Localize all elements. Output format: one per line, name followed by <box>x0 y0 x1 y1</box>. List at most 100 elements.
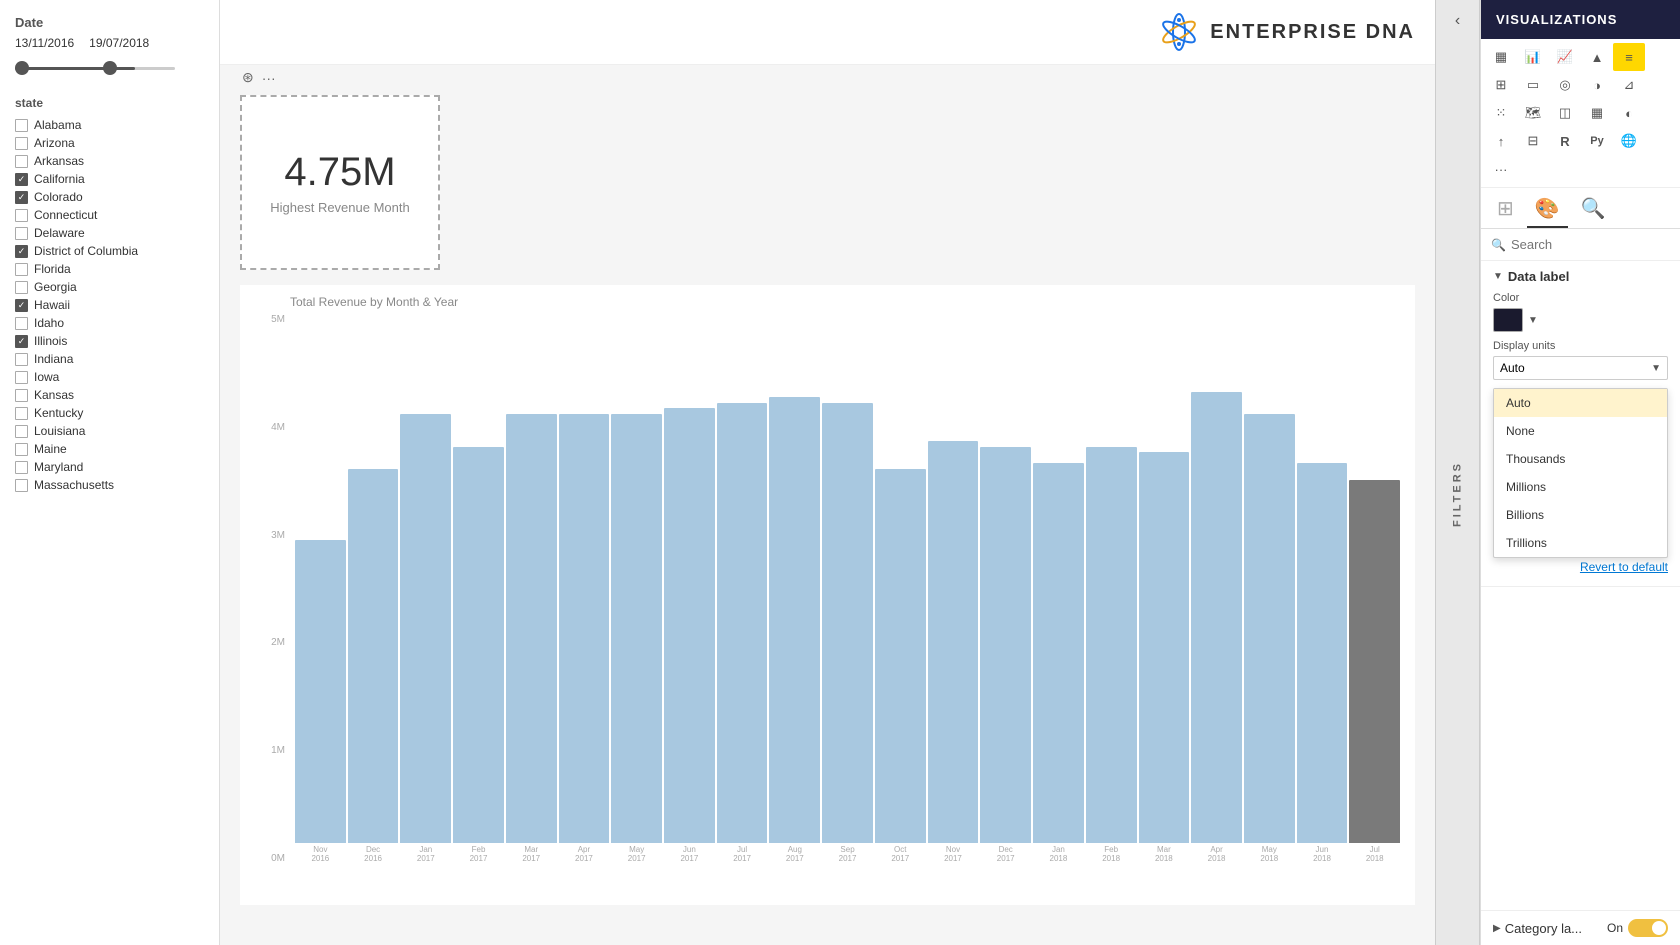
category-toggle[interactable] <box>1628 919 1668 937</box>
viz-bar-icon[interactable]: ▦ <box>1485 43 1517 71</box>
bar-col[interactable]: Mar2018 <box>1139 314 1190 864</box>
bar-col[interactable]: Nov2016 <box>295 314 346 864</box>
viz-table-icon[interactable]: ≡ <box>1613 43 1645 71</box>
category-label-row[interactable]: ▶ Category la... On <box>1481 910 1680 945</box>
bar-col[interactable]: Apr2017 <box>559 314 610 864</box>
state-checkbox[interactable] <box>15 443 28 456</box>
state-item[interactable]: Louisiana <box>15 422 204 440</box>
viz-pie-icon[interactable]: ◑ <box>1581 71 1613 99</box>
state-checkbox[interactable] <box>15 317 28 330</box>
state-checkbox[interactable] <box>15 461 28 474</box>
option-auto[interactable]: Auto <box>1494 389 1667 417</box>
viz-slicer-icon[interactable]: ⊟ <box>1517 127 1549 155</box>
bar-col[interactable]: Oct2017 <box>875 314 926 864</box>
option-millions[interactable]: Millions <box>1494 473 1667 501</box>
option-billions[interactable]: Billions <box>1494 501 1667 529</box>
state-item[interactable]: ✓California <box>15 170 204 188</box>
viz-column-icon[interactable]: 📊 <box>1517 43 1549 71</box>
filter-icon[interactable]: ⊛ <box>242 69 254 86</box>
viz-matrix-icon[interactable]: ⊞ <box>1485 71 1517 99</box>
bar-col[interactable]: Dec2017 <box>980 314 1031 864</box>
tab-analytics[interactable]: 🔍 <box>1573 191 1614 228</box>
viz-r-icon[interactable]: R <box>1549 127 1581 155</box>
state-item[interactable]: Maine <box>15 440 204 458</box>
option-none[interactable]: None <box>1494 417 1667 445</box>
bar-col[interactable]: Jul2018 <box>1349 314 1400 864</box>
option-trillions[interactable]: Trillions <box>1494 529 1667 557</box>
state-item[interactable]: Maryland <box>15 458 204 476</box>
state-item[interactable]: Kentucky <box>15 404 204 422</box>
bar-col[interactable]: Feb2018 <box>1086 314 1137 864</box>
option-thousands[interactable]: Thousands <box>1494 445 1667 473</box>
state-checkbox[interactable] <box>15 479 28 492</box>
state-checkbox[interactable]: ✓ <box>15 299 28 312</box>
state-checkbox[interactable]: ✓ <box>15 335 28 348</box>
viz-line-icon[interactable]: 📈 <box>1549 43 1581 71</box>
state-checkbox[interactable] <box>15 425 28 438</box>
viz-more-icon[interactable]: ··· <box>1485 155 1517 183</box>
state-item[interactable]: Iowa <box>15 368 204 386</box>
bar-col[interactable]: Nov2017 <box>928 314 979 864</box>
bar-col[interactable]: May2017 <box>611 314 662 864</box>
state-checkbox[interactable] <box>15 119 28 132</box>
state-checkbox[interactable] <box>15 155 28 168</box>
bar-col[interactable]: Jan2018 <box>1033 314 1084 864</box>
search-input[interactable] <box>1511 237 1680 252</box>
viz-py-icon[interactable]: Py <box>1581 127 1613 155</box>
state-checkbox[interactable] <box>15 353 28 366</box>
bar-col[interactable]: Jun2018 <box>1297 314 1348 864</box>
viz-treemap-icon[interactable]: ▦ <box>1581 99 1613 127</box>
state-item[interactable]: Delaware <box>15 224 204 242</box>
state-item[interactable]: Georgia <box>15 278 204 296</box>
bar-col[interactable]: Mar2017 <box>506 314 557 864</box>
viz-donut-icon[interactable]: ◎ <box>1549 71 1581 99</box>
state-item[interactable]: Arizona <box>15 134 204 152</box>
tab-fields[interactable]: ⊞ <box>1489 191 1522 228</box>
state-checkbox[interactable] <box>15 389 28 402</box>
bar-col[interactable]: Sep2017 <box>822 314 873 864</box>
viz-scatter-icon[interactable]: ⁙ <box>1485 99 1517 127</box>
state-checkbox[interactable]: ✓ <box>15 245 28 258</box>
collapse-panel-btn[interactable]: ‹ <box>1436 0 1479 42</box>
state-item[interactable]: Alabama <box>15 116 204 134</box>
state-checkbox[interactable] <box>15 227 28 240</box>
state-item[interactable]: ✓Illinois <box>15 332 204 350</box>
more-options-icon[interactable]: ··· <box>262 70 276 86</box>
viz-area-icon[interactable]: ▲ <box>1581 43 1613 71</box>
viz-kpi-icon[interactable]: ↑ <box>1485 127 1517 155</box>
state-checkbox[interactable]: ✓ <box>15 173 28 186</box>
viz-funnel-icon[interactable]: ⊿ <box>1613 71 1645 99</box>
color-dropdown-arrow[interactable]: ▼ <box>1528 315 1538 326</box>
state-item[interactable]: ✓Colorado <box>15 188 204 206</box>
state-item[interactable]: Arkansas <box>15 152 204 170</box>
revert-link[interactable]: Revert to default <box>1580 560 1668 574</box>
state-item[interactable]: Idaho <box>15 314 204 332</box>
state-checkbox[interactable] <box>15 407 28 420</box>
display-units-dropdown[interactable]: Auto ▼ <box>1493 356 1668 380</box>
slider-left-thumb[interactable] <box>15 61 29 75</box>
state-item[interactable]: Kansas <box>15 386 204 404</box>
viz-geo-icon[interactable]: 🌐 <box>1613 127 1645 155</box>
slider-right-thumb[interactable] <box>103 61 117 75</box>
state-item[interactable]: ✓District of Columbia <box>15 242 204 260</box>
bar-col[interactable]: May2018 <box>1244 314 1295 864</box>
state-checkbox[interactable]: ✓ <box>15 191 28 204</box>
state-checkbox[interactable] <box>15 263 28 276</box>
bar-col[interactable]: Feb2017 <box>453 314 504 864</box>
state-checkbox[interactable] <box>15 371 28 384</box>
state-item[interactable]: Massachusetts <box>15 476 204 494</box>
state-item[interactable]: Connecticut <box>15 206 204 224</box>
viz-card-icon[interactable]: ▭ <box>1517 71 1549 99</box>
state-checkbox[interactable] <box>15 209 28 222</box>
state-checkbox[interactable] <box>15 281 28 294</box>
bar-col[interactable]: Aug2017 <box>769 314 820 864</box>
viz-map-icon[interactable]: 🗺 <box>1517 99 1549 127</box>
color-swatch[interactable] <box>1493 308 1523 332</box>
data-label-header[interactable]: ▼ Data label <box>1481 261 1680 292</box>
state-item[interactable]: Indiana <box>15 350 204 368</box>
viz-gauge-icon[interactable]: ◐ <box>1613 99 1645 127</box>
state-item[interactable]: ✓Hawaii <box>15 296 204 314</box>
tab-format[interactable]: 🎨 <box>1527 191 1568 228</box>
bar-col[interactable]: Jan2017 <box>400 314 451 864</box>
bar-col[interactable]: Jul2017 <box>717 314 768 864</box>
